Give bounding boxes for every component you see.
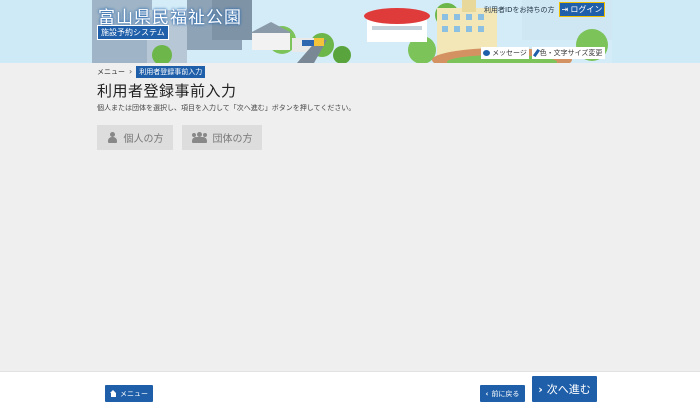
- next-button[interactable]: › 次へ進む: [532, 376, 597, 402]
- site-subtitle: 施設予約システム: [97, 25, 169, 40]
- instruction-text: 個人または団体を選択し、項目を入力して「次へ進む」ボタンを押してください。: [97, 104, 356, 112]
- color-size-button-label: 色・文字サイズ変更: [539, 49, 603, 57]
- login-icon: ⇥: [561, 5, 569, 14]
- chevron-left-icon: ‹: [485, 389, 489, 398]
- menu-button[interactable]: メニュー: [105, 385, 153, 402]
- header: 富山県民福祉公園 施設予約システム 利用者IDをお持ちの方 ⇥ ログイン メッセ…: [0, 0, 700, 63]
- breadcrumb-menu-link[interactable]: メニュー: [97, 67, 125, 77]
- next-button-label: 次へ進む: [546, 383, 591, 396]
- breadcrumb-current: 利用者登録事前入力: [136, 65, 206, 78]
- group-button-label: 団体の方: [212, 134, 253, 145]
- login-button[interactable]: ⇥ ログイン: [559, 2, 605, 17]
- message-button-label: メッセージ: [492, 49, 527, 57]
- home-icon: [110, 390, 117, 397]
- chevron-right-icon: ›: [538, 382, 543, 396]
- group-button[interactable]: 団体の方: [182, 125, 262, 150]
- login-button-label: ログイン: [570, 5, 603, 14]
- speech-bubble-icon: [483, 50, 491, 56]
- color-size-button[interactable]: 色・文字サイズ変更: [532, 47, 605, 59]
- breadcrumb: メニュー › 利用者登録事前入力: [97, 65, 206, 78]
- group-icon: [191, 132, 207, 143]
- menu-button-label: メニュー: [120, 389, 148, 398]
- person-icon: [107, 132, 118, 143]
- page-title: 利用者登録事前入力: [97, 82, 237, 100]
- message-button[interactable]: メッセージ: [481, 47, 529, 59]
- back-button-label: 前に戻る: [491, 389, 520, 398]
- footer: メニュー ‹ 前に戻る › 次へ進む: [0, 371, 700, 410]
- breadcrumb-separator: ›: [129, 67, 133, 76]
- individual-button[interactable]: 個人の方: [97, 125, 173, 150]
- login-prompt: 利用者IDをお持ちの方: [484, 6, 555, 14]
- brush-icon: [532, 48, 540, 58]
- individual-button-label: 個人の方: [123, 134, 164, 145]
- back-button[interactable]: ‹ 前に戻る: [480, 385, 525, 402]
